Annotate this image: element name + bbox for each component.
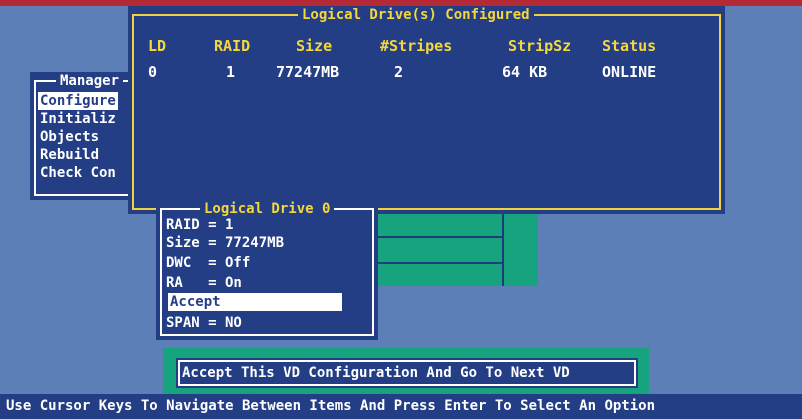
logical-drives-window: Logical Drive(s) Configured LD RAID Size… (128, 6, 725, 214)
column-header-status: Status (602, 37, 657, 55)
column-header-ld: LD (148, 37, 167, 55)
menu-item-initialize[interactable]: Initializ (40, 110, 116, 128)
grid-line (370, 236, 502, 238)
status-bar-text: Use Cursor Keys To Navigate Between Item… (6, 398, 656, 414)
column-header-stripsz: StripSz (508, 37, 572, 55)
span-setting[interactable]: SPAN = NO (166, 314, 242, 332)
menu-item-check-consistency[interactable]: Check Con (40, 164, 116, 182)
accept-option[interactable]: Accept (168, 293, 342, 311)
ra-setting[interactable]: RA = On (166, 274, 242, 292)
status-bar: Use Cursor Keys To Navigate Between Item… (0, 394, 802, 419)
column-header-raid: RAID (214, 37, 251, 55)
grid-line (370, 262, 502, 264)
accept-prompt-box[interactable]: Accept This VD Configuration And Go To N… (176, 358, 638, 388)
table-cell-raid: 1 (226, 63, 236, 81)
grid-line (502, 214, 504, 286)
raid-level-setting[interactable]: RAID = 1 (166, 216, 233, 234)
management-menu: Manager Configure Initializ Objects Rebu… (30, 72, 142, 200)
table-cell-status: ONLINE (602, 63, 657, 81)
menu-item-objects[interactable]: Objects (40, 128, 99, 146)
menu-item-configure[interactable]: Configure (38, 92, 118, 110)
accept-prompt-label: Accept This VD Configuration And Go To N… (182, 365, 570, 381)
dwc-setting[interactable]: DWC = Off (166, 254, 250, 272)
menu-item-rebuild[interactable]: Rebuild (40, 146, 99, 164)
logical-drives-window-title: Logical Drive(s) Configured (298, 6, 534, 24)
management-menu-title: Manager (56, 72, 124, 90)
size-setting[interactable]: Size = 77247MB (166, 234, 284, 252)
table-cell-size: 77247MB (276, 63, 340, 81)
table-cell-stripes: 2 (394, 63, 404, 81)
background-teal-block (370, 214, 538, 286)
table-cell-ld[interactable]: 0 (148, 62, 157, 82)
table-cell-stripsz: 64 KB (502, 63, 548, 81)
column-header-size: Size (296, 37, 333, 55)
column-header-stripes: #Stripes (380, 37, 453, 55)
logical-drive-panel: Logical Drive 0 RAID = 1 Size = 77247MB … (156, 200, 378, 340)
